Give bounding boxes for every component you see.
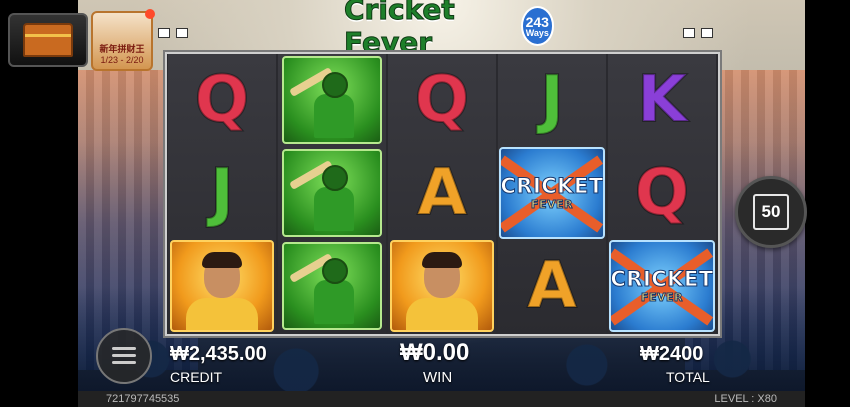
symbol-a: A (416, 155, 468, 230)
treasure-chest-icon (23, 23, 73, 57)
reel-cell: J (168, 147, 276, 238)
total-bet-value[interactable]: ₩2400 (640, 343, 703, 366)
symbol-q: Q (414, 62, 470, 137)
promo-event-button[interactable]: 新年拼财王 1/23 - 2/20 (91, 9, 155, 71)
reel-2 (278, 54, 386, 334)
reel-cell: A (388, 147, 496, 238)
ways-label: Ways (525, 27, 549, 38)
reel-cell: CRICKET FEVER (608, 239, 716, 332)
symbol-k: K (636, 62, 688, 137)
symbol-batsman (282, 55, 382, 144)
reel-cell: K (608, 54, 716, 145)
level-indicator: LEVEL : X80 (714, 393, 777, 405)
scatter-title: CRICKET (500, 174, 604, 199)
floodlight-left (158, 28, 188, 38)
credit-label: CREDIT (170, 369, 223, 385)
symbol-batsman (282, 241, 382, 330)
reel-cell: A (498, 240, 606, 331)
reel-cell (278, 54, 386, 145)
bet-level-icon: 50 (753, 194, 789, 230)
reel-cell: Q (388, 54, 496, 145)
scatter-subtitle: FEVER (640, 291, 684, 305)
credit-value: ₩2,435.00 (170, 343, 267, 365)
session-id: 721797745535 (106, 393, 180, 405)
symbol-batsman (282, 148, 382, 237)
symbol-q: Q (634, 155, 690, 230)
symbol-scatter: CRICKET FEVER (609, 239, 715, 332)
scatter-title: CRICKET (610, 267, 714, 292)
reel-cell: Q (168, 54, 276, 145)
reel-cell: CRICKET FEVER (498, 146, 606, 239)
notification-dot (145, 9, 155, 19)
bet-level-label: 50 (761, 202, 781, 221)
reel-cell (278, 147, 386, 238)
symbol-captain (170, 239, 274, 332)
reel-cell: Q (608, 147, 716, 238)
balance-bar: ₩2,435.00 CREDIT ₩0.00 WIN ₩2400 TOTAL (78, 335, 805, 390)
promo-title: 新年拼财王 (99, 44, 145, 54)
reel-5: K Q CRICKET FEVER (608, 54, 716, 334)
symbol-captain (390, 239, 494, 332)
win-label: WIN (423, 369, 453, 386)
total-bet-label: TOTAL (666, 369, 710, 385)
reel-3: QA (388, 54, 496, 334)
reel-cell: J (498, 54, 606, 145)
symbol-scatter: CRICKET FEVER (499, 146, 605, 239)
symbol-j: J (539, 62, 565, 137)
promo-dates: 1/23 - 2/20 (100, 55, 144, 65)
bet-level-button[interactable]: 50 (735, 176, 807, 248)
reel-cell (388, 239, 496, 332)
reel-1: QJ (168, 54, 276, 334)
treasure-chest-button[interactable] (8, 13, 88, 67)
reel-cell (168, 239, 276, 332)
reel-4: J CRICKET FEVER A (498, 54, 606, 334)
logo-title: Cricket Fever (344, 0, 456, 60)
game-logo: Cricket Fever 243 Ways (344, 0, 554, 60)
reel-grid[interactable]: Q J Q A J CRICKET FEVER A K Q CRICKET FEVER (165, 52, 720, 336)
reel-cell (278, 240, 386, 331)
symbol-q: Q (194, 62, 250, 137)
win-value: ₩0.00 (400, 339, 470, 366)
ways-badge: 243 Ways (520, 6, 554, 46)
ways-number: 243 (525, 13, 549, 30)
symbol-j: J (209, 155, 235, 230)
symbol-a: A (526, 248, 578, 323)
footer-bar: 721797745535 LEVEL : X80 (78, 391, 805, 407)
scatter-subtitle: FEVER (530, 198, 574, 212)
floodlight-right (683, 28, 713, 38)
